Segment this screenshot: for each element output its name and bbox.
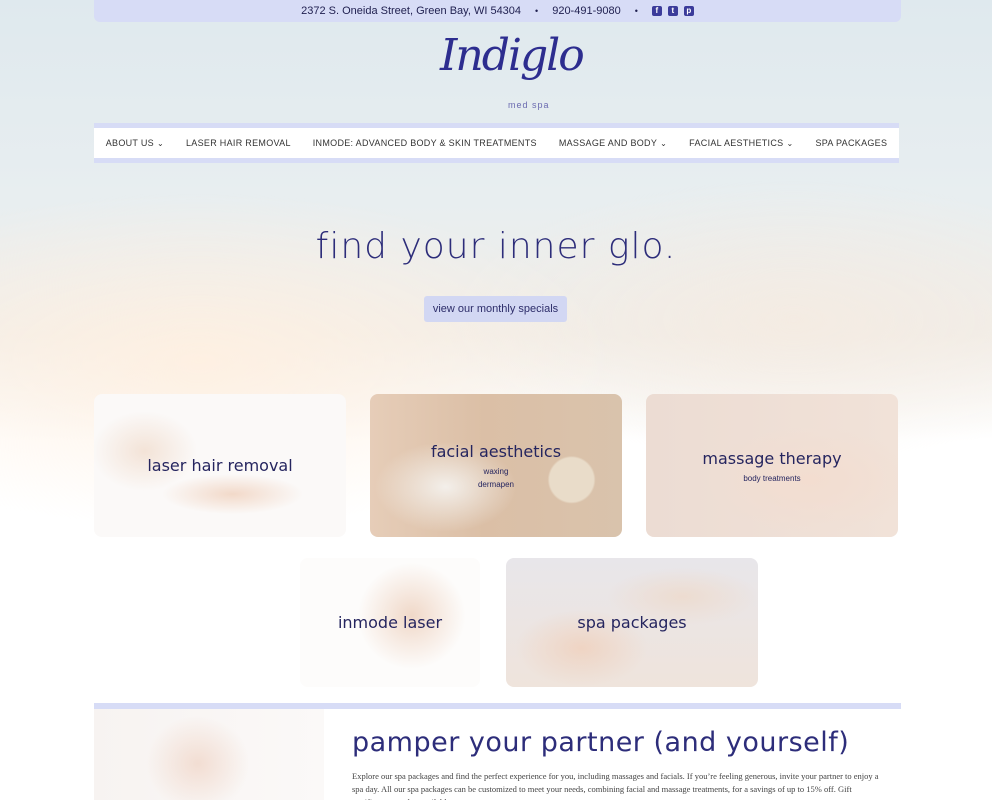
nav-item-inmode[interactable]: INMODE: ADVANCED BODY & SKIN TREATMENTS (302, 138, 548, 148)
nav-label: INMODE: ADVANCED BODY & SKIN TREATMENTS (312, 138, 537, 148)
nav-item-laser-hair-removal[interactable]: LASER HAIR REMOVAL (175, 138, 302, 148)
card-title: laser hair removal (147, 456, 293, 475)
hero-title: find your inner glo. (315, 226, 677, 267)
top-info-bar: 2372 S. Oneida Street, Green Bay, WI 543… (94, 0, 901, 22)
nav-item-about-us[interactable]: ABOUT US ⌄ (95, 138, 175, 148)
chevron-down-icon: ⌄ (786, 139, 794, 148)
logo-tagline: med spa (508, 100, 550, 110)
facebook-icon[interactable]: f (651, 6, 662, 16)
separator: • (535, 6, 539, 16)
card-spa-packages[interactable]: spa packages (506, 558, 758, 687)
card-title: facial aesthetics (430, 442, 562, 461)
logo-wordmark: Indiglo (440, 30, 585, 81)
social-links: f t p (651, 6, 694, 16)
twitter-icon[interactable]: t (667, 6, 678, 16)
chevron-down-icon: ⌄ (156, 139, 164, 148)
card-link-body-treatments[interactable]: body treatments (743, 474, 800, 483)
main-nav: ABOUT US ⌄ LASER HAIR REMOVAL INMODE: ADV… (94, 123, 899, 163)
separator: • (634, 6, 638, 16)
card-title: spa packages (577, 613, 687, 632)
monthly-specials-button[interactable]: view our monthly specials (424, 296, 567, 322)
nav-label: ABOUT US (105, 138, 154, 148)
card-inmode-laser[interactable]: inmode laser (300, 558, 480, 687)
nav-item-massage-and-body[interactable]: MASSAGE AND BODY ⌄ (548, 138, 678, 148)
card-laser-hair-removal[interactable]: laser hair removal (94, 394, 346, 537)
nav-item-facial-aesthetics[interactable]: FACIAL AESTHETICS ⌄ (678, 138, 804, 148)
nav-label: FACIAL AESTHETICS (689, 138, 784, 148)
promo-section: pamper your partner (and yourself) Explo… (94, 703, 901, 800)
nav-label: LASER HAIR REMOVAL (185, 138, 291, 148)
card-link-waxing[interactable]: waxing (484, 467, 509, 476)
pinterest-icon[interactable]: p (683, 6, 694, 16)
nav-label: MASSAGE AND BODY (558, 138, 658, 148)
card-massage-therapy[interactable]: massage therapy body treatments (646, 394, 898, 537)
address-text: 2372 S. Oneida Street, Green Bay, WI 543… (301, 5, 522, 17)
chevron-down-icon: ⌄ (660, 139, 668, 148)
nav-item-spa-packages[interactable]: SPA PACKAGES (804, 138, 898, 148)
promo-paragraph: Explore our spa packages and find the pe… (352, 771, 879, 800)
promo-heading: pamper your partner (and yourself) (352, 727, 850, 758)
card-title: massage therapy (702, 448, 842, 468)
promo-photo (94, 709, 324, 800)
card-title: inmode laser (337, 613, 443, 632)
card-link-dermapen[interactable]: dermapen (478, 480, 514, 489)
site-logo[interactable]: Indiglo med spa (440, 30, 585, 114)
nav-label: SPA PACKAGES (815, 138, 888, 148)
phone-link[interactable]: 920-491-9080 (552, 5, 621, 17)
card-facial-aesthetics[interactable]: facial aesthetics waxing dermapen (370, 394, 622, 537)
